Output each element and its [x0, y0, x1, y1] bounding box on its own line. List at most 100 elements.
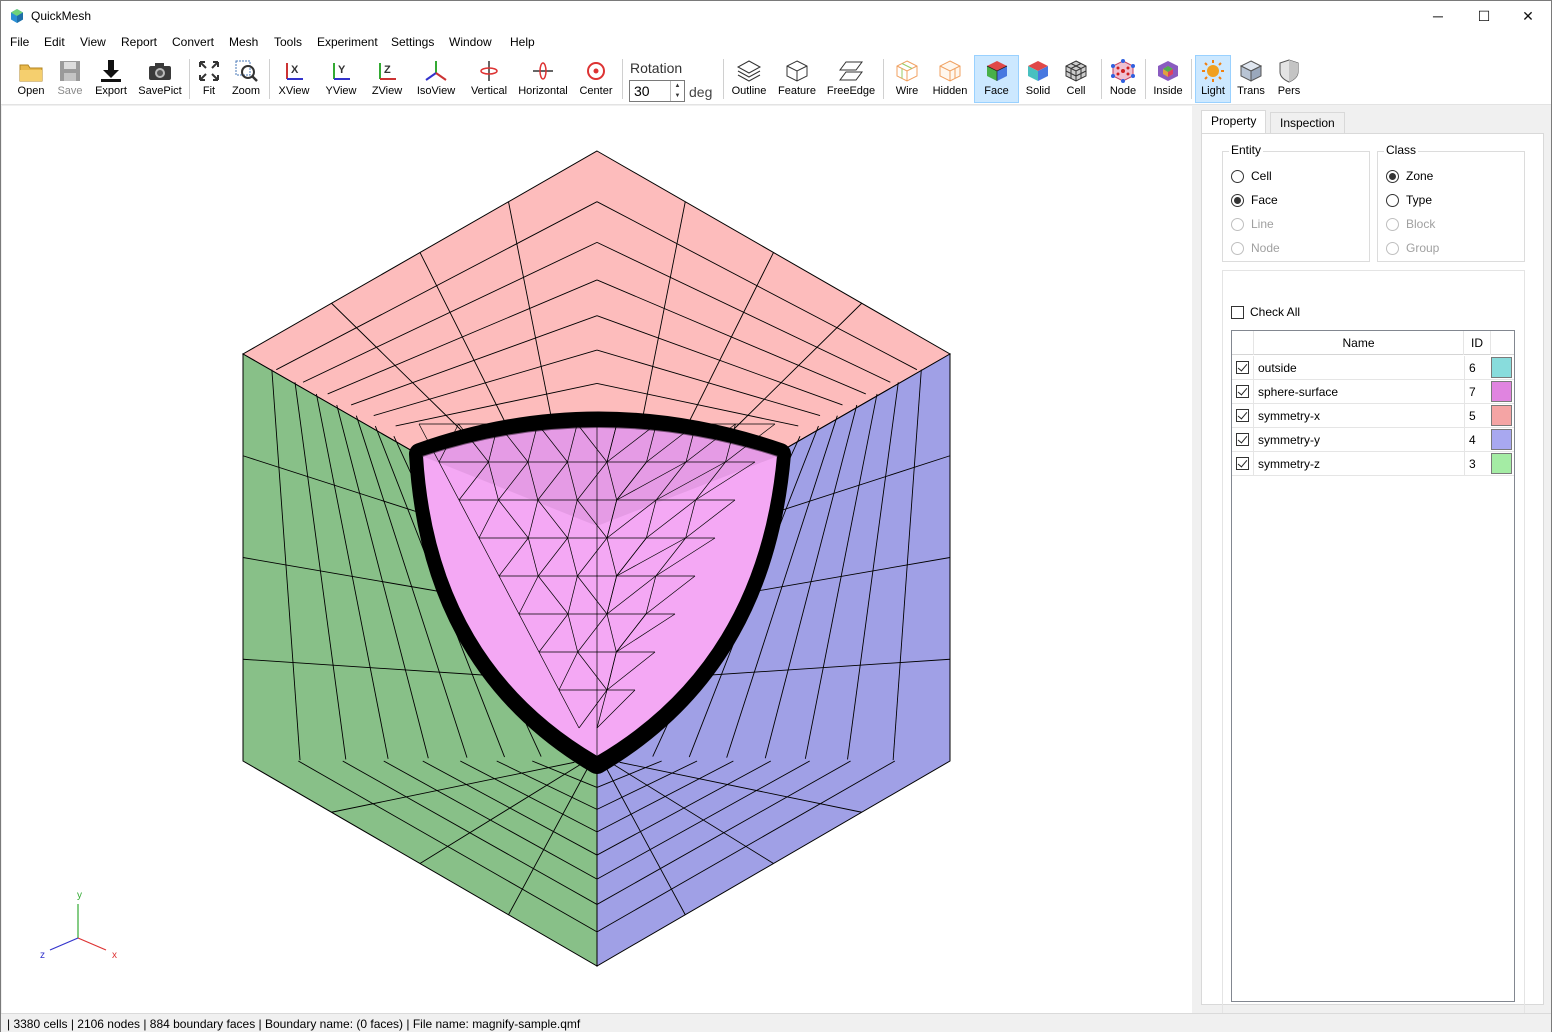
- yview-button[interactable]: Y YView: [321, 55, 361, 103]
- toolbar-separator: [1101, 59, 1102, 99]
- wire-button[interactable]: Wire: [889, 55, 925, 103]
- class-group: Class Zone Type Block Group: [1377, 143, 1525, 262]
- hidden-button[interactable]: Hidden: [929, 55, 971, 103]
- zone-color-swatch[interactable]: [1491, 405, 1512, 426]
- radio-icon[interactable]: [1386, 193, 1399, 207]
- checkbox-icon[interactable]: [1231, 305, 1244, 319]
- menu-bar: File Edit View Report Convert Mesh Tools…: [1, 32, 1551, 53]
- check-all-checkbox[interactable]: Check All: [1231, 305, 1300, 319]
- zone-visible-checkbox[interactable]: [1232, 380, 1254, 403]
- axis-z: [49, 937, 79, 951]
- radio-checked-icon[interactable]: [1386, 169, 1399, 183]
- class-type-radio[interactable]: Type: [1386, 191, 1432, 209]
- zone-row[interactable]: outside 6: [1232, 356, 1514, 380]
- zone-visible-checkbox[interactable]: [1232, 404, 1254, 427]
- spin-up-icon[interactable]: ▲: [671, 81, 684, 91]
- light-button[interactable]: Light: [1195, 55, 1231, 103]
- xview-button[interactable]: X XView: [275, 55, 313, 103]
- y-axis-view-icon: Y: [333, 63, 350, 80]
- center-button[interactable]: Center: [575, 55, 617, 103]
- svg-text:Y: Y: [338, 64, 346, 76]
- checkbox-checked-icon[interactable]: [1236, 433, 1249, 446]
- cell-button[interactable]: Cell: [1059, 55, 1093, 103]
- zone-row[interactable]: sphere-surface 7: [1232, 380, 1514, 404]
- feature-button[interactable]: Feature: [775, 55, 819, 103]
- zone-row[interactable]: symmetry-y 4: [1232, 428, 1514, 452]
- zone-color-swatch[interactable]: [1491, 381, 1512, 402]
- radio-icon[interactable]: [1231, 169, 1244, 183]
- menu-convert[interactable]: Convert: [172, 35, 214, 49]
- header-id[interactable]: ID: [1464, 331, 1491, 355]
- mesh-viewport[interactable]: y x z: [2, 106, 1192, 1013]
- entity-face-radio[interactable]: Face: [1231, 191, 1278, 209]
- menu-help[interactable]: Help: [510, 35, 535, 49]
- zone-id: 6: [1464, 356, 1490, 379]
- zone-id: 4: [1464, 428, 1490, 451]
- radio-icon: [1386, 217, 1399, 231]
- zone-row[interactable]: symmetry-z 3: [1232, 452, 1514, 476]
- zone-color-swatch[interactable]: [1491, 429, 1512, 450]
- radio-icon: [1386, 241, 1399, 255]
- axis-label-y: y: [77, 890, 82, 901]
- pers-button[interactable]: Pers: [1273, 55, 1305, 103]
- app-window: QuickMesh ─ ☐ ✕ File Edit View Report Co…: [0, 0, 1552, 1032]
- maximize-button[interactable]: ☐: [1461, 1, 1507, 31]
- checkbox-checked-icon[interactable]: [1236, 409, 1249, 422]
- zone-color-swatch[interactable]: [1491, 453, 1512, 474]
- menu-file[interactable]: File: [10, 35, 29, 49]
- menu-window[interactable]: Window: [449, 35, 492, 49]
- zone-visible-checkbox[interactable]: [1232, 356, 1254, 379]
- axis-label-z: z: [40, 950, 45, 961]
- inside-button[interactable]: Inside: [1149, 55, 1187, 103]
- rotation-spinbox[interactable]: 30 ▲ ▼: [629, 80, 685, 102]
- checkbox-checked-icon[interactable]: [1236, 361, 1249, 374]
- checkbox-checked-icon[interactable]: [1236, 457, 1249, 470]
- menu-edit[interactable]: Edit: [44, 35, 65, 49]
- solid-button[interactable]: Solid: [1022, 55, 1054, 103]
- menu-report[interactable]: Report: [121, 35, 157, 49]
- face-button[interactable]: Face: [974, 55, 1019, 103]
- minimize-button[interactable]: ─: [1415, 1, 1461, 31]
- menu-settings[interactable]: Settings: [391, 35, 434, 49]
- radio-checked-icon[interactable]: [1231, 193, 1244, 207]
- cell-mesh-icon: [1065, 60, 1087, 82]
- fit-button[interactable]: Fit: [195, 55, 223, 103]
- zoom-button[interactable]: Zoom: [229, 55, 263, 103]
- axis-label-x: x: [112, 950, 117, 961]
- trans-button[interactable]: Trans: [1233, 55, 1269, 103]
- close-button[interactable]: ✕: [1505, 1, 1551, 31]
- zone-color-swatch[interactable]: [1491, 357, 1512, 378]
- freeedge-button[interactable]: FreeEdge: [825, 55, 877, 103]
- class-zone-radio[interactable]: Zone: [1386, 167, 1433, 185]
- mesh-canvas[interactable]: y x z: [2, 106, 1192, 1013]
- node-button[interactable]: Node: [1105, 55, 1141, 103]
- tab-property[interactable]: Property: [1201, 110, 1267, 134]
- wireframe-cube-icon: [896, 60, 918, 82]
- menu-experiment[interactable]: Experiment: [317, 35, 378, 49]
- rotation-spinner[interactable]: ▲ ▼: [670, 81, 684, 101]
- zone-id: 5: [1464, 404, 1490, 427]
- header-name[interactable]: Name: [1254, 331, 1464, 355]
- zone-visible-checkbox[interactable]: [1232, 452, 1254, 475]
- isoview-button[interactable]: IsoView: [413, 55, 459, 103]
- menu-mesh[interactable]: Mesh: [229, 35, 258, 49]
- checkbox-checked-icon[interactable]: [1236, 385, 1249, 398]
- zone-visible-checkbox[interactable]: [1232, 428, 1254, 451]
- menu-view[interactable]: View: [80, 35, 106, 49]
- spin-down-icon[interactable]: ▼: [671, 91, 684, 101]
- save-button[interactable]: Save: [53, 55, 87, 103]
- export-button[interactable]: Export: [91, 55, 131, 103]
- outline-button[interactable]: Outline: [729, 55, 769, 103]
- vertical-button[interactable]: Vertical: [467, 55, 511, 103]
- savepict-button[interactable]: SavePict: [137, 55, 183, 103]
- entity-group-title: Entity: [1229, 143, 1264, 157]
- horizontal-button[interactable]: Horizontal: [515, 55, 571, 103]
- zone-row[interactable]: symmetry-x 5: [1232, 404, 1514, 428]
- entity-cell-radio[interactable]: Cell: [1231, 167, 1272, 185]
- open-button[interactable]: Open: [13, 55, 49, 103]
- tab-inspection[interactable]: Inspection: [1270, 112, 1345, 134]
- zone-name: symmetry-y: [1258, 433, 1320, 447]
- zview-button[interactable]: Z ZView: [367, 55, 407, 103]
- rotation-value[interactable]: 30: [634, 83, 650, 99]
- menu-tools[interactable]: Tools: [274, 35, 302, 49]
